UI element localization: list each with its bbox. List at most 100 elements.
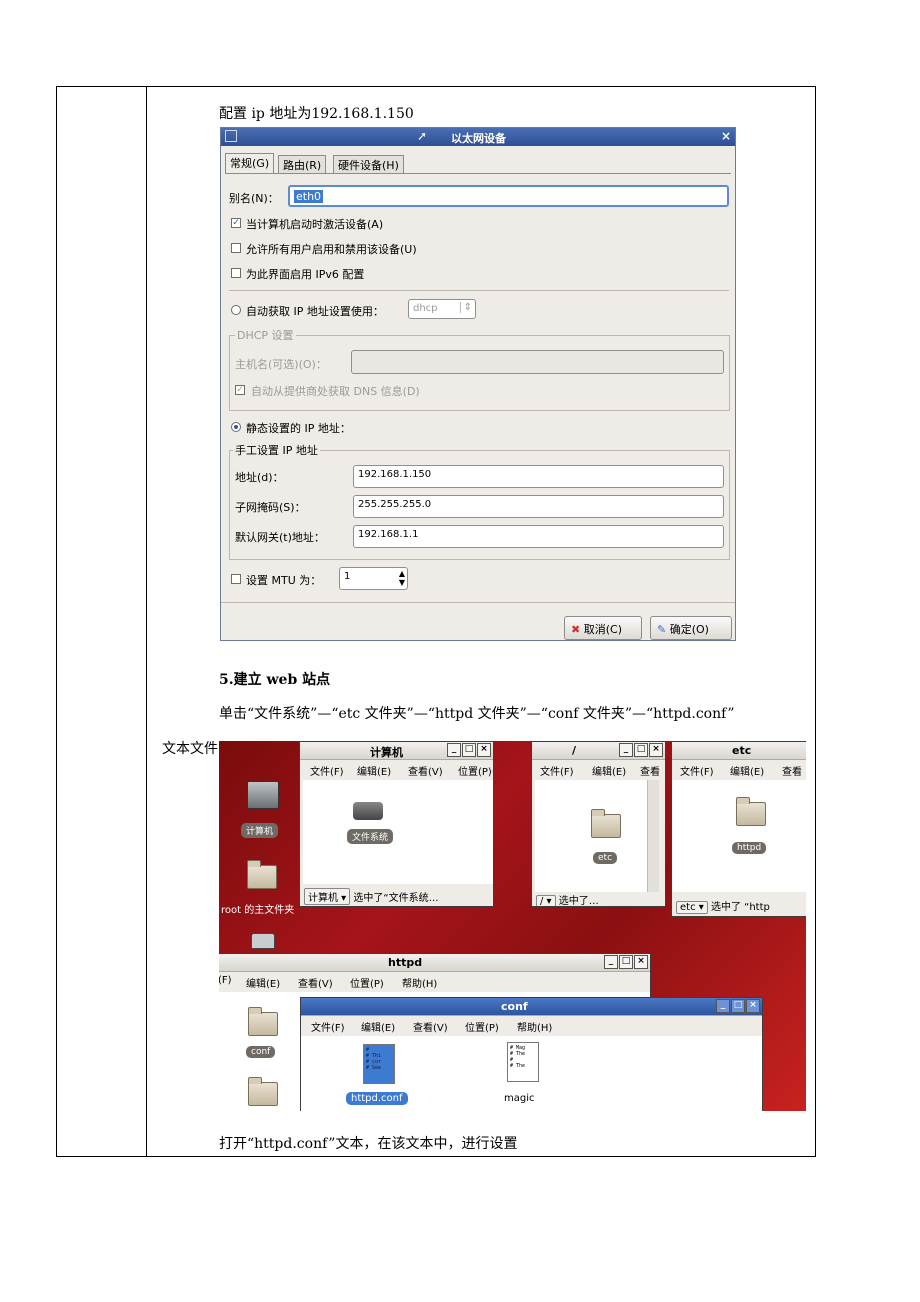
auto-ip-radio[interactable] xyxy=(231,305,241,315)
paragraph-1-continued: 文本文件 xyxy=(162,741,218,757)
mtu-spinbox[interactable]: 1 ▲ ▼ xyxy=(339,567,408,590)
close-icon[interactable]: × xyxy=(477,743,491,757)
maximize-icon[interactable]: □ xyxy=(619,955,633,969)
etc-folder-icon[interactable] xyxy=(591,809,621,838)
menu-file[interactable]: 文件(F) xyxy=(680,763,714,778)
minimize-icon[interactable]: _ xyxy=(619,743,633,757)
etc-window-titlebar: etc _ xyxy=(672,742,806,760)
menu-file[interactable]: 文件(F) xyxy=(310,763,344,778)
close-icon[interactable]: × xyxy=(746,999,760,1013)
address-input[interactable]: 192.168.1.150 xyxy=(353,465,724,488)
maximize-icon[interactable]: □ xyxy=(462,743,476,757)
intro-text: 配置 ip 地址为192.168.1.150 xyxy=(219,106,414,122)
separator-bottom xyxy=(221,602,735,603)
window-controls: _ □ × xyxy=(715,999,760,1013)
menu-places[interactable]: 位置(P) xyxy=(458,763,492,778)
conf-folder-icon[interactable] xyxy=(248,1007,278,1036)
paragraph-2: 打开“httpd.conf”文本，在该文本中，进行设置 xyxy=(219,1136,518,1152)
close-icon[interactable]: × xyxy=(721,129,731,143)
trash-icon[interactable] xyxy=(251,933,275,949)
gateway-input[interactable]: 192.168.1.1 xyxy=(353,525,724,548)
cancel-button[interactable]: ✖ 取消(C) xyxy=(564,616,642,640)
menu-help[interactable]: 帮助(H) xyxy=(517,1019,552,1034)
tab-general[interactable]: 常规(G) xyxy=(225,153,275,174)
location-dropdown[interactable]: 计算机 ▾ xyxy=(304,888,351,905)
hostname-input[interactable] xyxy=(351,350,724,374)
menu-places[interactable]: 位置(P) xyxy=(465,1019,499,1034)
close-icon[interactable]: × xyxy=(649,743,663,757)
menu-file[interactable]: (F) xyxy=(219,975,232,986)
etc-label[interactable]: etc xyxy=(593,852,618,864)
ok-button[interactable]: ✎ 确定(O) xyxy=(650,616,732,640)
alias-input[interactable]: eth0 xyxy=(288,185,729,207)
menu-file[interactable]: 文件(F) xyxy=(540,763,574,778)
conf-window: conf _ □ × 文件(F) 编辑(E) 查看(V) 位置(P) 帮助(H) #… xyxy=(300,997,763,1111)
menu-edit[interactable]: 编辑(E) xyxy=(357,763,391,778)
maximize-icon[interactable]: □ xyxy=(731,999,745,1013)
auto-dns-checkbox[interactable]: ✓ xyxy=(235,385,245,395)
hostname-label: 主机名(可选)(O)： xyxy=(235,358,327,371)
menu-edit[interactable]: 编辑(E) xyxy=(361,1019,395,1034)
separator xyxy=(229,290,729,291)
tab-route[interactable]: 路由(R) xyxy=(278,155,327,174)
computer-window: 计算机 _□× 文件(F) 编辑(E) 查看(V) 位置(P) 书 文件系统 计… xyxy=(299,741,494,907)
maximize-icon[interactable]: □ xyxy=(634,743,648,757)
network-icon xyxy=(225,130,237,142)
conf-label[interactable]: conf xyxy=(246,1046,276,1058)
tab-hardware[interactable]: 硬件设备(H) xyxy=(333,155,404,174)
menu-view[interactable]: 查看 xyxy=(782,763,802,778)
filesystem-label[interactable]: 文件系统 xyxy=(347,829,394,844)
magic-file-icon[interactable]: # Mag # The # # The xyxy=(507,1042,539,1082)
paragraph-1: 单击“文件系统”—“etc 文件夹”—“httpd 文件夹”—“conf 文件夹… xyxy=(219,706,735,722)
minimize-icon[interactable]: _ xyxy=(604,955,618,969)
static-ip-radio[interactable] xyxy=(231,422,241,432)
menu-edit[interactable]: 编辑(E) xyxy=(730,763,764,778)
menu-places[interactable]: 位置(P) xyxy=(350,975,384,990)
menu-view[interactable]: 查看(V) xyxy=(298,975,333,990)
root-menubar: 文件(F) 编辑(E) 查看 xyxy=(532,760,665,778)
etc-window-content: httpd xyxy=(672,780,806,892)
computer-icon[interactable] xyxy=(247,781,279,809)
root-window-title: / xyxy=(572,744,577,757)
netmask-input[interactable]: 255.255.255.0 xyxy=(353,495,724,518)
root-scrollbar[interactable] xyxy=(647,780,659,892)
magic-label[interactable]: magic xyxy=(504,1093,535,1104)
netmask-value: 255.255.255.0 xyxy=(358,499,432,510)
minimize-icon[interactable]: _ xyxy=(716,999,730,1013)
desktop-home-label[interactable]: root 的主文件夹 xyxy=(221,901,294,916)
httpd-conf-label[interactable]: httpd.conf xyxy=(346,1092,408,1105)
location-dropdown[interactable]: / ▾ xyxy=(536,895,556,906)
menu-view[interactable]: 查看(V) xyxy=(408,763,443,778)
folder-icon[interactable] xyxy=(248,1077,278,1106)
menu-file[interactable]: 文件(F) xyxy=(311,1019,345,1034)
menu-view[interactable]: 查看(V) xyxy=(413,1019,448,1034)
close-icon[interactable]: × xyxy=(634,955,648,969)
enable-ipv6-checkbox[interactable] xyxy=(231,268,241,278)
httpd-label[interactable]: httpd xyxy=(732,842,767,854)
httpd-folder-icon[interactable] xyxy=(736,797,766,826)
menu-edit[interactable]: 编辑(E) xyxy=(246,975,280,990)
address-value: 192.168.1.150 xyxy=(358,469,432,480)
computer-window-titlebar: 计算机 _ □ × xyxy=(300,742,493,760)
desktop-screenshot: 计算机 root 的主文件夹 计算机 _ □ × 文件(F) 编辑(E) 查看(V)… xyxy=(219,741,806,1111)
menu-more[interactable]: 书 xyxy=(492,763,493,778)
home-folder-icon[interactable] xyxy=(247,860,277,889)
minimize-icon[interactable]: _ xyxy=(447,743,461,757)
alias-label: 别名(N)： xyxy=(229,192,279,205)
desktop-computer-label[interactable]: 计算机 xyxy=(241,823,279,838)
alias-value: eth0 xyxy=(294,190,324,203)
allow-users-checkbox[interactable] xyxy=(231,243,241,253)
mtu-checkbox[interactable] xyxy=(231,574,241,584)
activate-on-boot-checkbox[interactable]: ✓ xyxy=(231,218,241,228)
conf-window-title: conf xyxy=(501,1000,528,1013)
location-dropdown[interactable]: etc ▾ xyxy=(676,901,708,914)
httpd-conf-file-icon[interactable]: # # Thi # cor # See xyxy=(363,1044,395,1084)
menu-help[interactable]: 帮助(H) xyxy=(402,975,437,990)
menu-view[interactable]: 查看 xyxy=(640,763,660,778)
conf-window-content: # # Thi # cor # See httpd.conf # Mag # T… xyxy=(301,1036,762,1111)
auto-method-select[interactable]: dhcp ⇕ xyxy=(408,299,476,319)
menu-edit[interactable]: 编辑(E) xyxy=(592,763,626,778)
table-border-bottom xyxy=(56,1156,816,1157)
filesystem-drive-icon[interactable] xyxy=(353,802,383,820)
conf-menubar: 文件(F) 编辑(E) 查看(V) 位置(P) 帮助(H) xyxy=(301,1016,762,1034)
